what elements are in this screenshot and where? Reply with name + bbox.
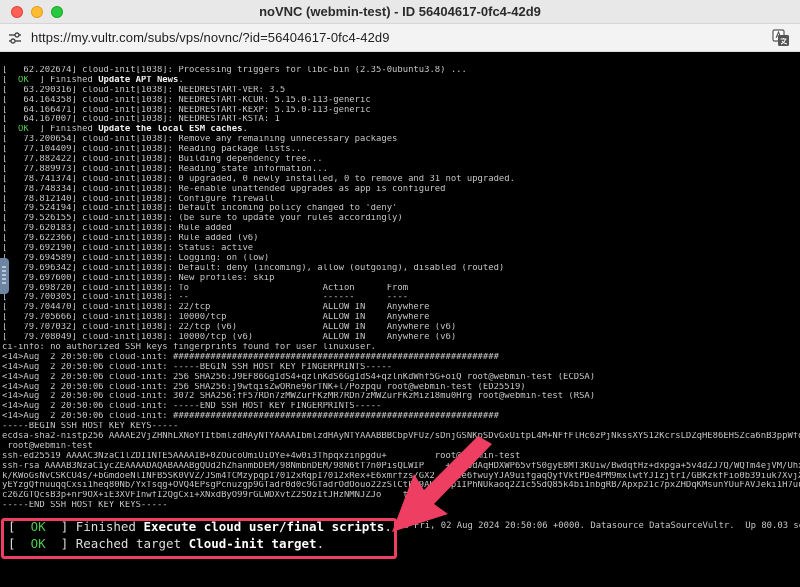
- console-line-text: [ 79.700305] cloud-init[1038]: -- ------…: [2, 293, 409, 303]
- console-line-text: [ 79.524194] cloud-init[1038]: Default i…: [2, 204, 398, 214]
- console-line: <14>Aug 2 20:50:06 cloud-init: 3072 SHA2…: [2, 392, 800, 402]
- window-titlebar: noVNC (webmin-test) - ID 56404617-0fc4-4…: [0, 0, 800, 24]
- console-line-text: <14>Aug 2 20:50:06 cloud-init: 256 SHA25…: [2, 382, 526, 392]
- console-line-text: -----BEGIN SSH HOST KEY KEYS-----: [2, 422, 179, 432]
- console-line: [ 79.698720] cloud-init[1038]: To Action…: [2, 284, 800, 294]
- console-line: [ 77.889973] cloud-init[1038]: Reading s…: [2, 165, 800, 175]
- console-line: <14>Aug 2 20:50:06 cloud-init: 256 SHA25…: [2, 373, 800, 383]
- console-line-text: [ 79.694589] cloud-init[1038]: Logging: …: [2, 253, 270, 263]
- console-line: [ 79.697600] cloud-init[1038]: New profi…: [2, 274, 800, 284]
- console-line: [ 78.812140] cloud-init[1038]: Configure…: [2, 195, 800, 205]
- console-line-ok: OK: [18, 125, 29, 135]
- console-line: [ 64.166471] cloud-init[1038]: NEEDRESTA…: [2, 106, 800, 116]
- console-line: -----BEGIN SSH HOST KEY KEYS-----: [2, 422, 800, 432]
- console-line-text: [ 79.708049] cloud-init[1038]: 10000/tcp…: [2, 333, 457, 343]
- console-line: [ 77.882422] cloud-init[1038]: Building …: [2, 155, 800, 165]
- console-line-bold: Update APT News: [98, 75, 179, 85]
- console-line: [ OK ] Finished Update the local ESM cac…: [2, 125, 800, 135]
- console-line-text: [ 78.812140] cloud-init[1038]: Configure…: [2, 194, 275, 204]
- console-line-text: [ 62.202674] cloud-init[1038]: Processin…: [2, 66, 467, 75]
- console-line-text: [ 79.698720] cloud-init[1038]: To Action…: [2, 283, 409, 293]
- console-line-text: [ 79.526155] cloud-init[1038]: (be sure …: [2, 214, 403, 224]
- console-line-text: <14>Aug 2 20:50:06 cloud-init: 3072 SHA2…: [2, 392, 596, 402]
- console-line: [ 79.524194] cloud-init[1038]: Default i…: [2, 204, 800, 214]
- annotation-highlight-box: [1, 518, 397, 559]
- console-line-prefix: [: [2, 125, 19, 135]
- console-line: [ 79.708049] cloud-init[1038]: 10000/tcp…: [2, 333, 800, 343]
- console-line-text: [ 77.104409] cloud-init[1038]: Reading p…: [2, 145, 307, 155]
- console-line: [ 79.705666] cloud-init[1038]: 10000/tcp…: [2, 313, 800, 323]
- arrow-icon: [392, 436, 492, 532]
- console-line: [ 79.694589] cloud-init[1038]: Logging: …: [2, 254, 800, 264]
- console-line-text: <14>Aug 2 20:50:06 cloud-init: -----BEGI…: [2, 362, 393, 372]
- console-line-text: [ 79.692190] cloud-init[1038]: Status: a…: [2, 244, 254, 254]
- console-line: <14>Aug 2 20:50:06 cloud-init: -----END …: [2, 402, 800, 412]
- console-line-text: [ 79.622366] cloud-init[1038]: Rule adde…: [2, 234, 259, 244]
- console-line: [ 78.741374] cloud-init[1038]: 0 upgrade…: [2, 175, 800, 185]
- console-line-text: <14>Aug 2 20:50:06 cloud-init: #########…: [2, 352, 499, 362]
- console-line-suffix: .: [178, 75, 184, 85]
- console-line: [ 79.700305] cloud-init[1038]: -- ------…: [2, 293, 800, 303]
- console-line: [ 62.202674] cloud-init[1038]: Processin…: [2, 66, 800, 76]
- console-line: [ 79.620183] cloud-init[1038]: Rule adde…: [2, 224, 800, 234]
- console-line-suffix: .: [242, 125, 248, 135]
- console-line: [ 78.748334] cloud-init[1038]: Re-enable…: [2, 185, 800, 195]
- console-line-bold: Update the local ESM caches: [98, 125, 243, 135]
- console-line-text: -----END SSH HOST KEY KEYS-----: [2, 501, 168, 511]
- console-line-text: [ 77.882422] cloud-init[1038]: Building …: [2, 155, 323, 165]
- console-line-prefix: [: [2, 75, 19, 85]
- console-line: [ 79.704470] cloud-init[1038]: 22/tcp AL…: [2, 303, 800, 313]
- console-line-text: <14>Aug 2 20:50:06 cloud-init: 256 SHA25…: [2, 372, 596, 382]
- console-line: [ 79.707032] cloud-init[1038]: 22/tcp (v…: [2, 323, 800, 333]
- console-line: <14>Aug 2 20:50:06 cloud-init: 256 SHA25…: [2, 383, 800, 393]
- console-line-text: root@webmin-test: [2, 441, 93, 451]
- console-line-text: [ 64.164358] cloud-init[1038]: NEEDRESTA…: [2, 95, 371, 105]
- console-line-text: [ 78.741374] cloud-init[1038]: 0 upgrade…: [2, 174, 515, 184]
- console-line: [ 64.167007] cloud-init[1038]: NEEDRESTA…: [2, 115, 800, 125]
- console-line-text: [ 78.748334] cloud-init[1038]: Re-enable…: [2, 184, 446, 194]
- console-line-text: [ 79.697600] cloud-init[1038]: New profi…: [2, 273, 275, 283]
- console-line: <14>Aug 2 20:50:06 cloud-init: -----BEGI…: [2, 363, 800, 373]
- console-line: [ 64.164358] cloud-init[1038]: NEEDRESTA…: [2, 96, 800, 106]
- window-title: noVNC (webmin-test) - ID 56404617-0fc4-4…: [259, 4, 541, 19]
- console-line: [ OK ] Finished Update APT News.: [2, 76, 800, 86]
- console-line-text: c26ZGTQcsB3p+nr9OX+iE3XVFInwfI2QgCxi+XNx…: [2, 491, 425, 501]
- console-line-text: [ 73.200654] cloud-init[1038]: Remove an…: [2, 135, 398, 145]
- console-line-text: [ 79.620183] cloud-init[1038]: Rule adde…: [2, 224, 232, 234]
- console-line: [ 79.692190] cloud-init[1038]: Status: a…: [2, 244, 800, 254]
- console-line-text: [ 77.889973] cloud-init[1038]: Reading s…: [2, 164, 328, 174]
- console-line-text: [ 64.166471] cloud-init[1038]: NEEDRESTA…: [2, 105, 371, 115]
- address-bar[interactable]: https://my.vultr.com/subs/vps/novnc/?id=…: [0, 24, 800, 52]
- console-line-text: [ 79.707032] cloud-init[1038]: 22/tcp (v…: [2, 323, 457, 333]
- console-line: [ 79.526155] cloud-init[1038]: (be sure …: [2, 214, 800, 224]
- grip-icon[interactable]: [0, 258, 9, 294]
- console-line-sep: ] Finished: [28, 75, 99, 85]
- console-line-ok: OK: [18, 75, 29, 85]
- console-line: ci-info: no authorized SSH keys fingerpr…: [2, 343, 800, 353]
- console-line-text: <14>Aug 2 20:50:06 cloud-init: #########…: [2, 412, 499, 422]
- console-line-text: [ 79.696342] cloud-init[1038]: Default: …: [2, 263, 505, 273]
- console-line: [ 77.104409] cloud-init[1038]: Reading p…: [2, 145, 800, 155]
- console-line: <14>Aug 2 20:50:06 cloud-init: #########…: [2, 412, 800, 422]
- console-line: <14>Aug 2 20:50:06 cloud-init: #########…: [2, 353, 800, 363]
- console-line-text: [ 79.705666] cloud-init[1038]: 10000/tcp…: [2, 313, 430, 323]
- console-line-text: [ 79.704470] cloud-init[1038]: 22/tcp AL…: [2, 303, 430, 313]
- tune-icon[interactable]: [7, 30, 23, 46]
- console-line-text: [ 63.290316] cloud-init[1038]: NEEDRESTA…: [2, 85, 286, 95]
- console-line: [ 63.290316] cloud-init[1038]: NEEDRESTA…: [2, 86, 800, 96]
- url-text[interactable]: https://my.vultr.com/subs/vps/novnc/?id=…: [31, 24, 390, 52]
- console-line-text: <14>Aug 2 20:50:06 cloud-init: -----END …: [2, 402, 382, 412]
- translate-icon[interactable]: [772, 29, 790, 47]
- console-line: [ 73.200654] cloud-init[1038]: Remove an…: [2, 135, 800, 145]
- console-line-text: ci-info: no authorized SSH keys fingerpr…: [2, 342, 377, 352]
- console-line: [ 79.622366] cloud-init[1038]: Rule adde…: [2, 234, 800, 244]
- console-line-sep: ] Finished: [28, 125, 99, 135]
- console-line-text: [ 64.167007] cloud-init[1038]: NEEDRESTA…: [2, 115, 280, 125]
- console-line: [ 79.696342] cloud-init[1038]: Default: …: [2, 264, 800, 274]
